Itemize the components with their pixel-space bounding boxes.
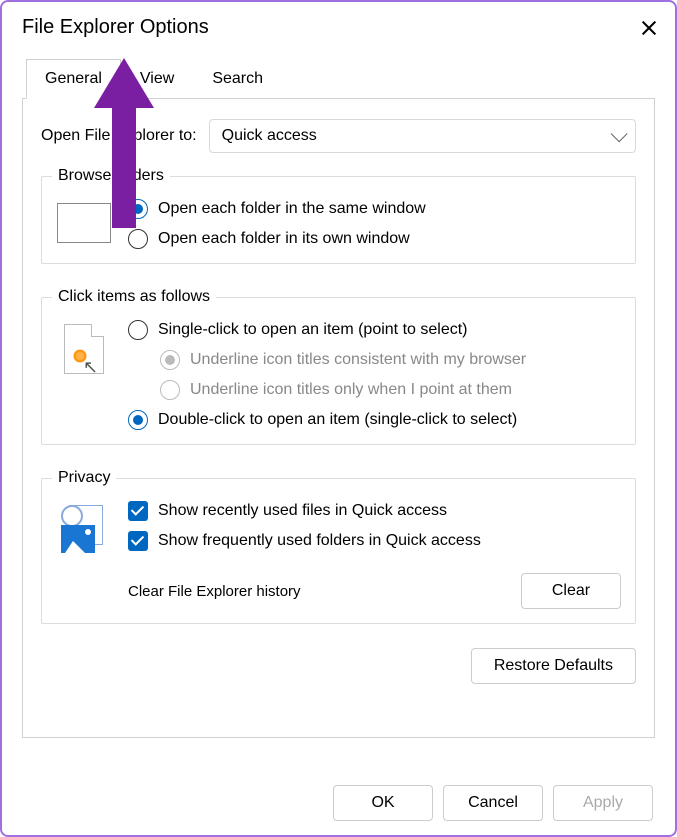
radio-single-click[interactable]: Single-click to open an item (point to s… [128,320,621,340]
clear-history-label: Clear File Explorer history [128,583,301,600]
click-items-icon: ↖ [56,320,112,374]
tab-strip: General View Search [26,59,655,99]
radio-same-window[interactable]: Open each folder in the same window [128,199,621,219]
close-icon[interactable] [641,20,657,36]
window-title: File Explorer Options [22,16,209,39]
open-to-select[interactable]: Quick access [209,119,636,153]
tab-search[interactable]: Search [193,59,282,99]
radio-single-click-label: Single-click to open an item (point to s… [158,321,467,339]
open-to-value: Quick access [222,127,317,145]
tabpanel-general: Open File Explorer to: Quick access Brow… [22,98,655,738]
radio-icon [128,199,148,219]
radio-own-window[interactable]: Open each folder in its own window [128,229,621,249]
folder-icon [57,203,111,243]
check-frequent-folders-label: Show frequently used folders in Quick ac… [158,532,481,550]
clear-button[interactable]: Clear [521,573,621,609]
radio-icon [160,350,180,370]
radio-underline-point: Underline icon titles only when I point … [160,380,621,400]
radio-double-click[interactable]: Double-click to open an item (single-cli… [128,410,621,430]
browse-folders-icon [56,199,112,243]
check-frequent-folders[interactable]: Show frequently used folders in Quick ac… [128,531,621,551]
file-click-icon: ↖ [64,324,104,374]
radio-double-click-label: Double-click to open an item (single-cli… [158,411,517,429]
privacy-icon-col [56,501,112,555]
radio-icon [128,320,148,340]
tab-general[interactable]: General [26,59,121,99]
restore-defaults-button[interactable]: Restore Defaults [471,648,636,684]
checkbox-icon [128,501,148,521]
titlebar: File Explorer Options [2,2,675,49]
radio-same-window-label: Open each folder in the same window [158,200,426,218]
click-items-group: Click items as follows ↖ Single-click to… [41,288,636,445]
radio-own-window-label: Open each folder in its own window [158,230,410,248]
privacy-legend: Privacy [52,469,116,487]
apply-button[interactable]: Apply [553,785,653,821]
open-to-label: Open File Explorer to: [41,127,197,145]
click-items-legend: Click items as follows [52,288,216,306]
dialog-footer: OK Cancel Apply [333,785,653,821]
ok-button[interactable]: OK [333,785,433,821]
checkbox-icon [128,531,148,551]
chevron-down-icon [611,125,628,142]
radio-underline-point-label: Underline icon titles only when I point … [190,381,512,399]
browse-folders-legend: Browse folders [52,167,170,185]
cancel-button[interactable]: Cancel [443,785,543,821]
radio-icon [128,229,148,249]
radio-icon [128,410,148,430]
radio-icon [160,380,180,400]
dialog-content: General View Search Open File Explorer t… [2,49,675,738]
browse-folders-group: Browse folders Open each folder in the s… [41,167,636,264]
radio-underline-browser: Underline icon titles consistent with my… [160,350,621,370]
radio-underline-browser-label: Underline icon titles consistent with my… [190,351,526,369]
privacy-icon [59,505,109,555]
check-recent-files[interactable]: Show recently used files in Quick access [128,501,621,521]
check-recent-files-label: Show recently used files in Quick access [158,502,447,520]
tab-view[interactable]: View [121,59,193,99]
open-to-row: Open File Explorer to: Quick access [41,119,636,153]
cursor-icon: ↖ [83,357,98,378]
privacy-group: Privacy Show recently used files in Quic… [41,469,636,624]
